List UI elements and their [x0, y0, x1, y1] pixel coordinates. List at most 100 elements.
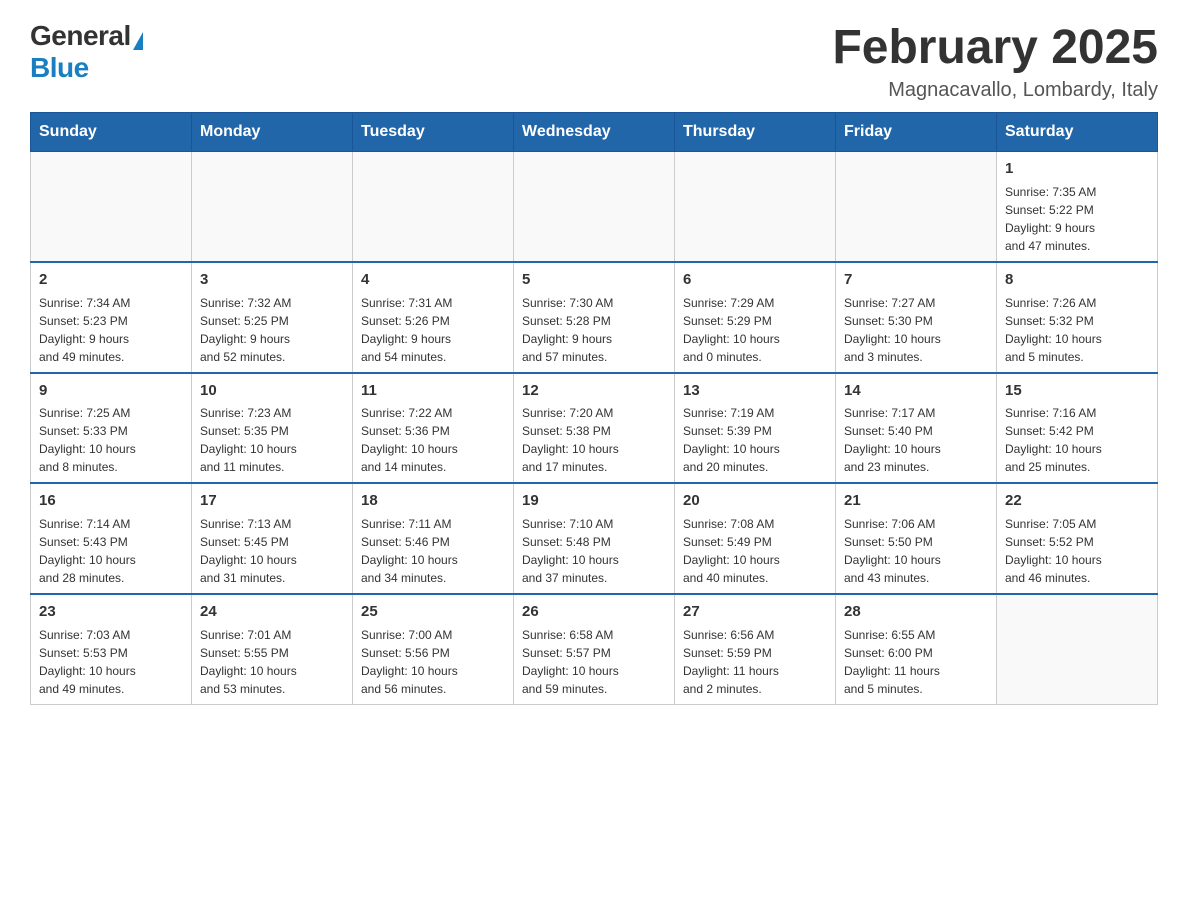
day-info: Sunrise: 7:01 AM Sunset: 5:55 PM Dayligh…	[200, 626, 344, 698]
calendar-cell: 22 Sunrise: 7:05 AM Sunset: 5:52 PM Dayli…	[997, 483, 1158, 594]
calendar-cell: 20 Sunrise: 7:08 AM Sunset: 5:49 PM Dayli…	[675, 483, 836, 594]
day-number: 27	[683, 601, 827, 623]
day-info: Sunrise: 7:31 AM Sunset: 5:26 PM Dayligh…	[361, 294, 505, 366]
day-number: 2	[39, 269, 183, 291]
calendar-cell	[836, 152, 997, 262]
calendar-cell: 13Sunrise: 7:19 AM Sunset: 5:39 PM Dayli…	[675, 373, 836, 484]
calendar-week-row: 1Sunrise: 7:35 AM Sunset: 5:22 PM Daylig…	[31, 152, 1158, 262]
header-thursday: Thursday	[675, 113, 836, 152]
day-number: 21	[844, 490, 988, 512]
day-info: Sunrise: 7:14 AM Sunset: 5:43 PM Dayligh…	[39, 515, 183, 587]
title-block: February 2025 Magnacavallo, Lombardy, It…	[832, 20, 1158, 102]
calendar-cell: 18 Sunrise: 7:11 AM Sunset: 5:46 PM Dayli…	[353, 483, 514, 594]
day-number: 28	[844, 601, 988, 623]
header-friday: Friday	[836, 113, 997, 152]
day-info: Sunrise: 7:11 AM Sunset: 5:46 PM Dayligh…	[361, 515, 505, 587]
calendar-cell: 24 Sunrise: 7:01 AM Sunset: 5:55 PM Dayli…	[192, 594, 353, 704]
day-info: Sunrise: 6:56 AM Sunset: 5:59 PM Dayligh…	[683, 626, 827, 698]
day-number: 10	[200, 380, 344, 402]
day-number: 18	[361, 490, 505, 512]
calendar-cell: 26 Sunrise: 6:58 AM Sunset: 5:57 PM Dayli…	[514, 594, 675, 704]
day-number: 14	[844, 380, 988, 402]
day-info: Sunrise: 7:13 AM Sunset: 5:45 PM Dayligh…	[200, 515, 344, 587]
header-sunday: Sunday	[31, 113, 192, 152]
location: Magnacavallo, Lombardy, Italy	[832, 79, 1158, 102]
logo-blue-line: Blue	[30, 52, 89, 84]
day-info: Sunrise: 7:19 AM Sunset: 5:39 PM Dayligh…	[683, 404, 827, 476]
day-number: 26	[522, 601, 666, 623]
calendar-cell: 9Sunrise: 7:25 AM Sunset: 5:33 PM Daylig…	[31, 373, 192, 484]
calendar-week-row: 9Sunrise: 7:25 AM Sunset: 5:33 PM Daylig…	[31, 373, 1158, 484]
day-info: Sunrise: 7:25 AM Sunset: 5:33 PM Dayligh…	[39, 404, 183, 476]
day-info: Sunrise: 7:34 AM Sunset: 5:23 PM Dayligh…	[39, 294, 183, 366]
header-saturday: Saturday	[997, 113, 1158, 152]
day-number: 24	[200, 601, 344, 623]
day-info: Sunrise: 7:23 AM Sunset: 5:35 PM Dayligh…	[200, 404, 344, 476]
calendar-cell: 3 Sunrise: 7:32 AM Sunset: 5:25 PM Daylig…	[192, 262, 353, 373]
day-number: 17	[200, 490, 344, 512]
calendar-cell	[514, 152, 675, 262]
calendar-cell	[997, 594, 1158, 704]
calendar-cell: 25Sunrise: 7:00 AM Sunset: 5:56 PM Dayli…	[353, 594, 514, 704]
calendar-cell: 14Sunrise: 7:17 AM Sunset: 5:40 PM Dayli…	[836, 373, 997, 484]
header-wednesday: Wednesday	[514, 113, 675, 152]
day-number: 25	[361, 601, 505, 623]
calendar-cell: 17 Sunrise: 7:13 AM Sunset: 5:45 PM Dayli…	[192, 483, 353, 594]
calendar-cell: 10Sunrise: 7:23 AM Sunset: 5:35 PM Dayli…	[192, 373, 353, 484]
day-number: 19	[522, 490, 666, 512]
day-info: Sunrise: 7:29 AM Sunset: 5:29 PM Dayligh…	[683, 294, 827, 366]
logo: General Blue	[30, 20, 143, 84]
day-info: Sunrise: 7:30 AM Sunset: 5:28 PM Dayligh…	[522, 294, 666, 366]
logo-blue: Blue	[30, 52, 89, 83]
calendar-cell: 23 Sunrise: 7:03 AM Sunset: 5:53 PM Dayli…	[31, 594, 192, 704]
day-info: Sunrise: 6:55 AM Sunset: 6:00 PM Dayligh…	[844, 626, 988, 698]
calendar-table: SundayMondayTuesdayWednesdayThursdayFrid…	[30, 112, 1158, 705]
calendar-cell: 1Sunrise: 7:35 AM Sunset: 5:22 PM Daylig…	[997, 152, 1158, 262]
day-number: 20	[683, 490, 827, 512]
day-number: 8	[1005, 269, 1149, 291]
calendar-cell: 2 Sunrise: 7:34 AM Sunset: 5:23 PM Daylig…	[31, 262, 192, 373]
calendar-cell: 19Sunrise: 7:10 AM Sunset: 5:48 PM Dayli…	[514, 483, 675, 594]
calendar-week-row: 2 Sunrise: 7:34 AM Sunset: 5:23 PM Daylig…	[31, 262, 1158, 373]
calendar-header-row: SundayMondayTuesdayWednesdayThursdayFrid…	[31, 113, 1158, 152]
day-number: 15	[1005, 380, 1149, 402]
day-number: 9	[39, 380, 183, 402]
day-number: 7	[844, 269, 988, 291]
calendar-cell: 4 Sunrise: 7:31 AM Sunset: 5:26 PM Daylig…	[353, 262, 514, 373]
day-number: 13	[683, 380, 827, 402]
day-info: Sunrise: 7:26 AM Sunset: 5:32 PM Dayligh…	[1005, 294, 1149, 366]
calendar-cell: 12Sunrise: 7:20 AM Sunset: 5:38 PM Dayli…	[514, 373, 675, 484]
day-info: Sunrise: 7:20 AM Sunset: 5:38 PM Dayligh…	[522, 404, 666, 476]
day-info: Sunrise: 7:32 AM Sunset: 5:25 PM Dayligh…	[200, 294, 344, 366]
day-number: 12	[522, 380, 666, 402]
day-info: Sunrise: 7:06 AM Sunset: 5:50 PM Dayligh…	[844, 515, 988, 587]
day-info: Sunrise: 7:05 AM Sunset: 5:52 PM Dayligh…	[1005, 515, 1149, 587]
logo-triangle-icon	[133, 32, 143, 50]
day-info: Sunrise: 7:27 AM Sunset: 5:30 PM Dayligh…	[844, 294, 988, 366]
day-info: Sunrise: 7:08 AM Sunset: 5:49 PM Dayligh…	[683, 515, 827, 587]
day-number: 23	[39, 601, 183, 623]
calendar-cell: 21 Sunrise: 7:06 AM Sunset: 5:50 PM Dayli…	[836, 483, 997, 594]
day-info: Sunrise: 7:22 AM Sunset: 5:36 PM Dayligh…	[361, 404, 505, 476]
day-number: 22	[1005, 490, 1149, 512]
day-number: 6	[683, 269, 827, 291]
calendar-cell: 15Sunrise: 7:16 AM Sunset: 5:42 PM Dayli…	[997, 373, 1158, 484]
calendar-cell: 5 Sunrise: 7:30 AM Sunset: 5:28 PM Daylig…	[514, 262, 675, 373]
calendar-cell	[31, 152, 192, 262]
day-number: 3	[200, 269, 344, 291]
calendar-cell: 7 Sunrise: 7:27 AM Sunset: 5:30 PM Daylig…	[836, 262, 997, 373]
month-title: February 2025	[832, 20, 1158, 75]
calendar-cell	[192, 152, 353, 262]
day-info: Sunrise: 7:35 AM Sunset: 5:22 PM Dayligh…	[1005, 183, 1149, 255]
logo-text: General	[30, 20, 143, 52]
day-number: 5	[522, 269, 666, 291]
day-number: 4	[361, 269, 505, 291]
day-info: Sunrise: 7:16 AM Sunset: 5:42 PM Dayligh…	[1005, 404, 1149, 476]
calendar-cell	[675, 152, 836, 262]
day-info: Sunrise: 6:58 AM Sunset: 5:57 PM Dayligh…	[522, 626, 666, 698]
page-header: General Blue February 2025 Magnacavallo,…	[30, 20, 1158, 102]
calendar-cell: 8 Sunrise: 7:26 AM Sunset: 5:32 PM Daylig…	[997, 262, 1158, 373]
day-info: Sunrise: 7:17 AM Sunset: 5:40 PM Dayligh…	[844, 404, 988, 476]
calendar-week-row: 16Sunrise: 7:14 AM Sunset: 5:43 PM Dayli…	[31, 483, 1158, 594]
day-info: Sunrise: 7:03 AM Sunset: 5:53 PM Dayligh…	[39, 626, 183, 698]
